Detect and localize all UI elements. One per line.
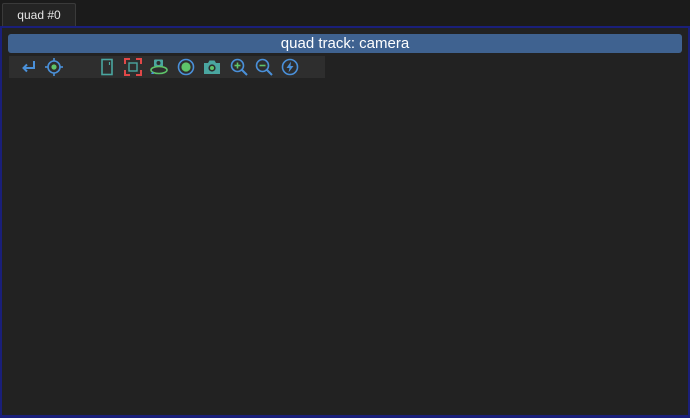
- orbit-camera-icon[interactable]: [149, 57, 169, 77]
- frame-rectangle-icon[interactable]: [97, 57, 117, 77]
- zoom-in-icon[interactable]: [229, 57, 249, 77]
- zoom-out-icon[interactable]: [254, 57, 274, 77]
- app-window: quad #0 quad track: camera: [0, 0, 690, 418]
- viewport-toolbar: [9, 56, 325, 78]
- lightning-icon[interactable]: [280, 57, 300, 77]
- fit-selection-brackets-icon[interactable]: [123, 57, 143, 77]
- viewport-panel: quad track: camera: [0, 26, 690, 418]
- tab-quad-0[interactable]: quad #0: [2, 3, 76, 26]
- crosshair-target-icon[interactable]: [44, 57, 64, 77]
- panel-title: quad track: camera: [8, 34, 682, 53]
- record-circle-icon[interactable]: [176, 57, 196, 77]
- camera-snapshot-icon[interactable]: [202, 57, 222, 77]
- return-arrow-icon[interactable]: [19, 57, 39, 77]
- tab-bar: quad #0: [0, 0, 690, 26]
